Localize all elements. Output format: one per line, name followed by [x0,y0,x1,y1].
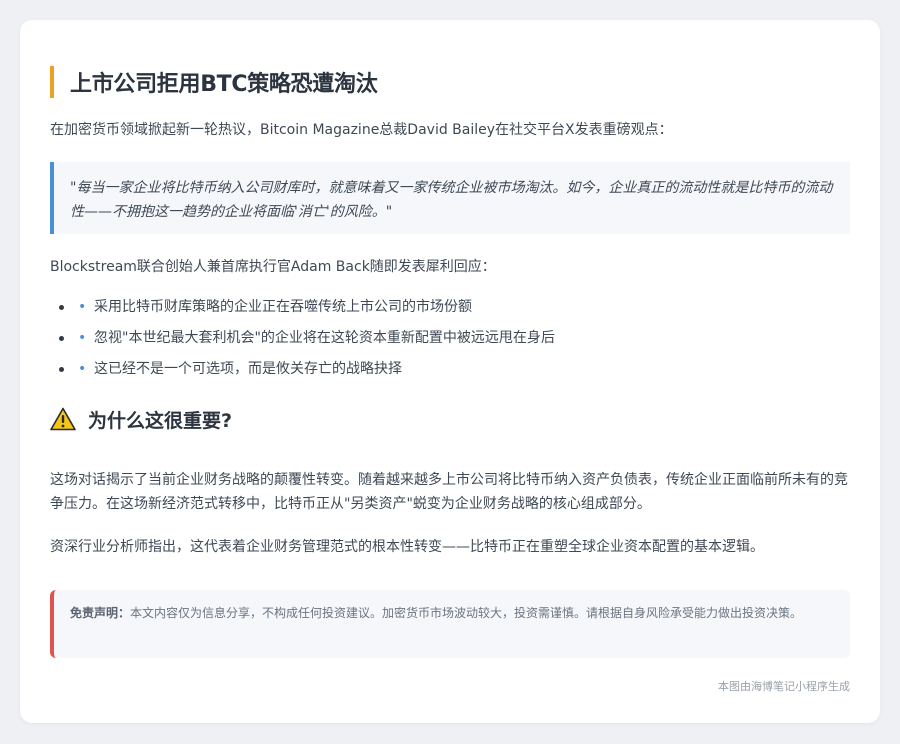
response-intro: Blockstream联合创始人兼首席执行官Adam Back随即发表犀利回应： [50,259,496,275]
body-paragraph: 这场对话揭示了当前企业财务战略的颠覆性转变。随着越来越多上市公司将比特币纳入资产… [50,472,848,512]
list-item: • 这已经不是一个可选项，而是攸关存亡的战略抉择 [50,358,555,389]
list-item: • 忽视"本世纪最大套利机会"的企业将在这轮资本重新配置中被远远甩在身后 [50,327,555,358]
bullet-list: • 采用比特币财库策略的企业正在吞噬传统上市公司的市场份额 • 忽视"本世纪最大… [50,296,555,389]
section-title: 为什么这很重要? [88,409,233,432]
footer-credit: 本图由海博笔记小程序生成 [718,680,850,693]
list-item-text: 忽视"本世纪最大套利机会"的企业将在这轮资本重新配置中被远远甩在身后 [94,330,555,346]
warning-icon [50,407,76,431]
bullet-marker: • [78,330,87,346]
article-card: 上市公司拒用BTC策略恐遭淘汰 在加密货币领域掀起新一轮热议，Bitcoin M… [20,20,880,723]
bullet-marker: • [78,361,87,377]
intro-paragraph: 在加密货币领域掀起新一轮热议，Bitcoin Magazine总裁David B… [50,122,673,138]
bullet-dot [59,336,64,341]
list-item-text: 采用比特币财库策略的企业正在吞噬传统上市公司的市场份额 [94,299,472,315]
bullet-marker: • [78,299,87,315]
section-heading: 为什么这很重要? [50,405,232,433]
body-paragraph: 资深行业分析师指出，这代表着企业财务管理范式的根本性转变——比特币正在重塑全球企… [50,539,764,555]
disclaimer-text: 本文内容仅为信息分享，不构成任何投资建议。加密货币市场波动较大，投资需谨慎。请根… [130,606,803,620]
list-item-text: 这已经不是一个可选项，而是攸关存亡的战略抉择 [94,361,402,377]
disclaimer-box: 免责声明：本文内容仅为信息分享，不构成任何投资建议。加密货币市场波动较大，投资需… [50,590,850,658]
bullet-dot [59,305,64,310]
quote-text: "每当一家企业将比特币纳入公司财库时，就意味着又一家传统企业被市场淘汰。如今，企… [70,180,833,220]
bullet-dot [59,367,64,372]
quote-block: "每当一家企业将比特币纳入公司财库时，就意味着又一家传统企业被市场淘汰。如今，企… [50,162,850,234]
article-title: 上市公司拒用BTC策略恐遭淘汰 [70,72,378,97]
title-block: 上市公司拒用BTC策略恐遭淘汰 [50,66,378,98]
list-item: • 采用比特币财库策略的企业正在吞噬传统上市公司的市场份额 [50,296,555,327]
disclaimer-label: 免责声明： [70,606,131,620]
